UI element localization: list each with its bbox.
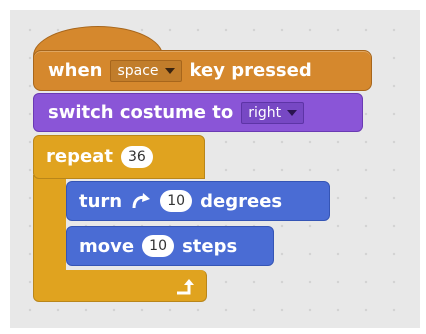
switch-costume-block[interactable]: switch costume to right (33, 93, 363, 132)
move-steps-block[interactable]: move 10 steps (66, 226, 274, 266)
hat-label-when: when (48, 60, 103, 81)
hat-label-key-pressed: key pressed (189, 60, 312, 81)
move-label: move (79, 235, 135, 257)
repeat-count-input[interactable]: 36 (120, 146, 153, 168)
turn-label: turn (79, 190, 123, 212)
repeat-block[interactable]: repeat 36 (33, 135, 205, 179)
steps-label: steps (182, 235, 238, 257)
key-dropdown[interactable]: space (110, 59, 182, 82)
loop-arrow-icon (174, 278, 196, 300)
looks-label: switch costume to (48, 102, 234, 123)
costume-dropdown-value: right (248, 104, 282, 121)
turn-degrees-block[interactable]: turn 10 degrees (66, 181, 330, 221)
key-dropdown-value: space (117, 62, 159, 79)
dropdown-arrow-icon (164, 67, 175, 74)
repeat-label: repeat (46, 146, 113, 167)
when-key-pressed-block[interactable]: when space key pressed (33, 50, 372, 91)
costume-dropdown[interactable]: right (241, 101, 305, 124)
degrees-label: degrees (200, 190, 283, 212)
repeat-block-arm[interactable] (33, 175, 66, 275)
dropdown-arrow-icon (287, 109, 298, 116)
turn-degrees-input[interactable]: 10 (160, 190, 193, 212)
move-steps-input[interactable]: 10 (142, 235, 175, 257)
rotate-clockwise-icon (130, 192, 152, 210)
